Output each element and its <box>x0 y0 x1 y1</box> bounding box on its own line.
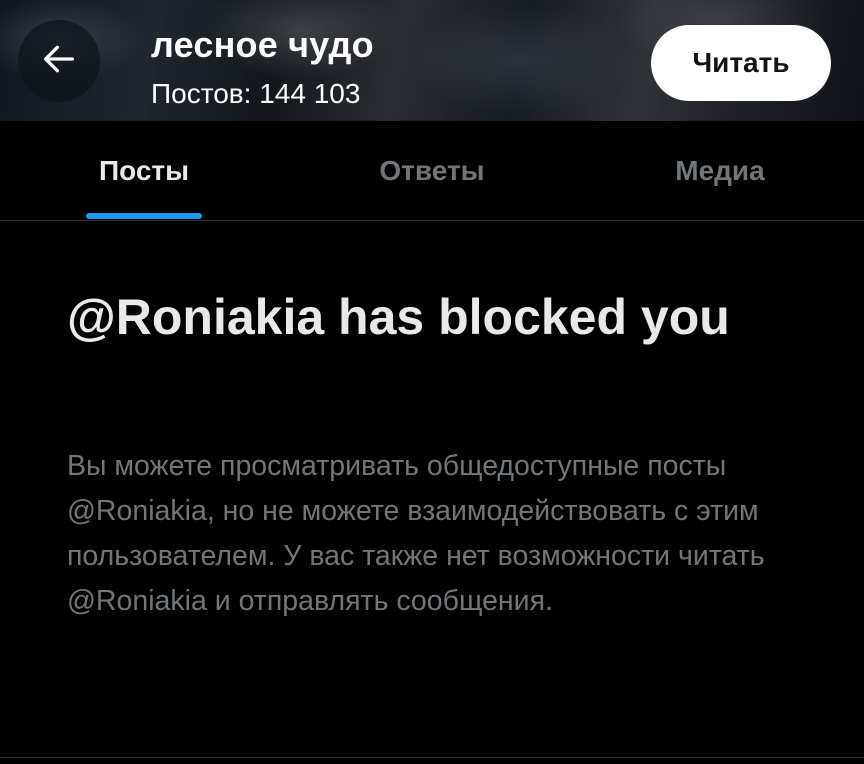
back-button[interactable] <box>18 20 100 102</box>
tab-posts[interactable]: Посты <box>0 121 288 220</box>
blocked-description: Вы можете просматривать общедоступные по… <box>67 450 765 617</box>
active-tab-indicator <box>86 213 202 219</box>
post-count: Постов: 144 103 <box>151 78 361 109</box>
blocked-title: @Roniakia has blocked you <box>67 289 730 345</box>
divider <box>0 757 864 758</box>
arrow-left-icon <box>39 39 79 84</box>
follow-button[interactable]: Читать <box>651 25 831 101</box>
profile-tabs: Посты Ответы Медиа <box>0 121 864 221</box>
tab-media[interactable]: Медиа <box>576 121 864 220</box>
profile-header: лесное чудо Постов: 144 103 Читать <box>0 0 864 121</box>
tab-replies[interactable]: Ответы <box>288 121 576 220</box>
profile-name: лесное чудо <box>151 24 374 65</box>
